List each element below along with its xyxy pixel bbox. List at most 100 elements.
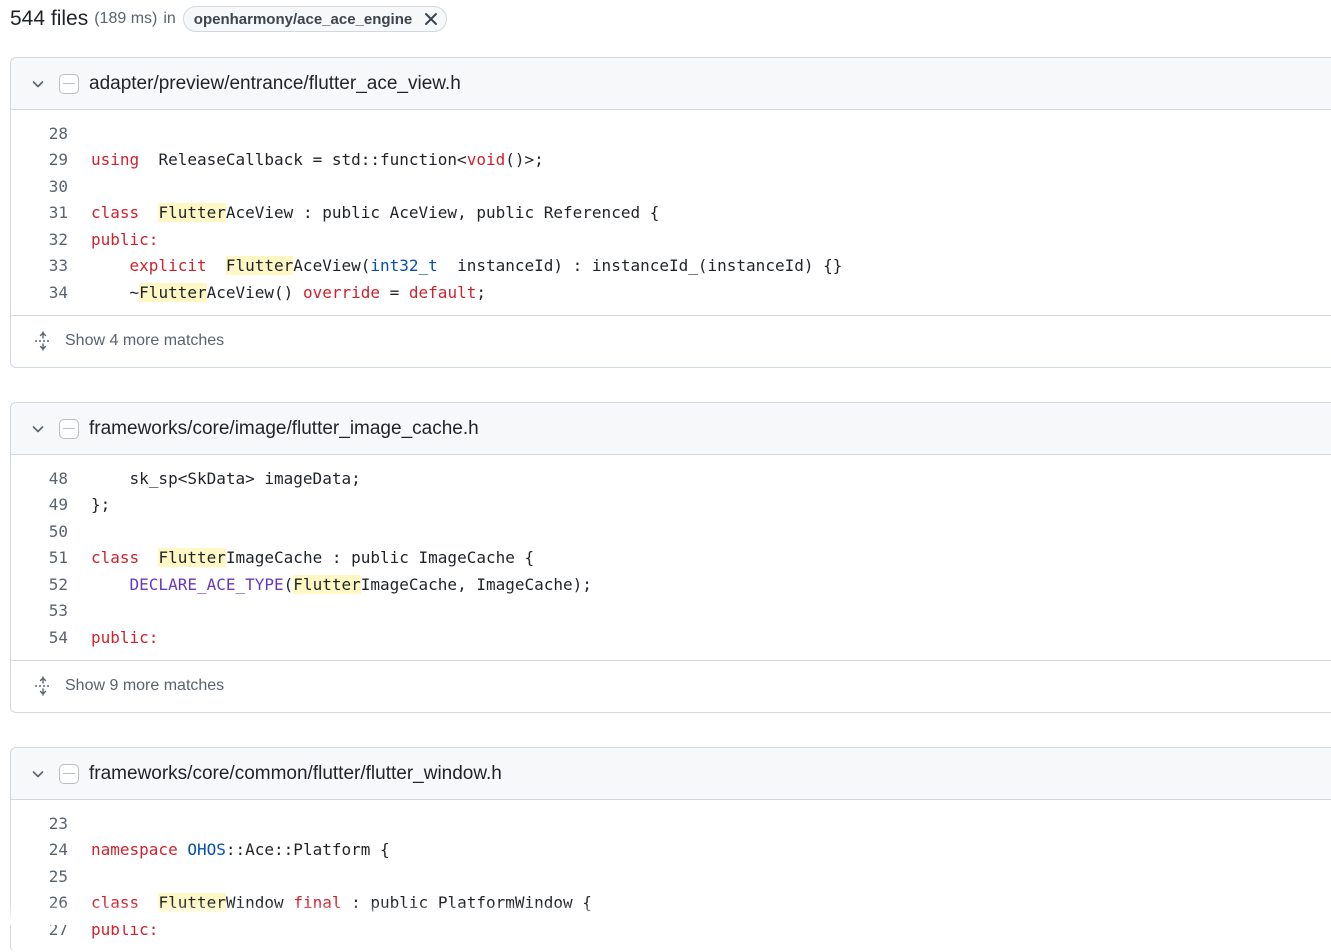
repo-filter-label: openharmony/ace_ace_engine xyxy=(193,10,413,28)
line-number[interactable]: 49 xyxy=(11,495,68,514)
code-token: ImageCache, ImageCache); xyxy=(360,574,592,594)
code-line: 53 xyxy=(11,598,1331,625)
show-more-matches-button[interactable]: Show 4 more matches xyxy=(11,314,1331,367)
line-number[interactable]: 54 xyxy=(11,628,68,647)
code-line: 24 namespace OHOS::Ace::Platform { xyxy=(11,837,1331,864)
code-snippet: 2324namespace OHOS::Ace::Platform {2526c… xyxy=(11,800,1331,952)
checkbox-icon[interactable] xyxy=(59,763,79,784)
checkbox-icon[interactable] xyxy=(59,73,79,94)
search-result-file: adapter/preview/entrance/flutter_ace_vie… xyxy=(10,57,1331,368)
file-path-link[interactable]: frameworks/core/common/flutter/flutter_w… xyxy=(89,763,502,785)
line-number[interactable]: 23 xyxy=(11,814,68,833)
line-number[interactable]: 31 xyxy=(11,203,68,222)
code-token: ::Ace::Platform { xyxy=(225,840,390,860)
code-token: ( xyxy=(283,574,294,594)
line-number[interactable]: 24 xyxy=(11,840,68,859)
code-snippet: 48 sk_sp<SkData> imageData; 49}; 50 51 class… xyxy=(11,455,1331,660)
code-token: int32_t xyxy=(370,256,438,276)
code-line: 50 xyxy=(11,518,1331,545)
in-label: in xyxy=(163,10,176,27)
line-number[interactable]: 34 xyxy=(11,283,68,302)
code-token: AceView() xyxy=(206,282,303,302)
code-text: class FlutterAceView : public AceView, p… xyxy=(91,203,660,223)
line-number[interactable]: 30 xyxy=(11,177,68,196)
repo-filter-chip[interactable]: openharmony/ace_ace_engine xyxy=(182,6,448,32)
match-highlight: Flutter xyxy=(293,574,361,594)
line-number[interactable]: 52 xyxy=(11,575,68,594)
code-token: instanceId) : instanceId_(instanceId) {} xyxy=(437,256,843,276)
x-icon[interactable] xyxy=(420,8,442,30)
line-number[interactable]: 28 xyxy=(11,124,68,143)
code-token: ~ xyxy=(91,282,140,302)
code-token: }; xyxy=(91,495,111,515)
code-token: OHOS xyxy=(187,840,226,860)
chevron-down-icon[interactable] xyxy=(28,74,48,94)
code-token: DECLARE_ACE_TYPE xyxy=(129,574,284,594)
code-line: 54 public: xyxy=(11,624,1331,651)
code-token: using xyxy=(91,150,140,170)
code-text: ~FlutterAceView() override = default; xyxy=(91,282,486,302)
line-number[interactable]: 25 xyxy=(11,867,68,886)
show-more-label: Show 9 more matches xyxy=(65,677,225,694)
file-header: frameworks/core/image/flutter_image_cach… xyxy=(11,403,1331,455)
match-highlight: Flutter xyxy=(139,282,207,302)
line-number[interactable]: 50 xyxy=(11,522,68,541)
scroll-fade xyxy=(0,903,1331,925)
match-highlight: Flutter xyxy=(225,256,294,276)
code-token: default xyxy=(408,282,477,302)
line-number[interactable]: 53 xyxy=(11,601,68,620)
line-number[interactable]: 32 xyxy=(11,230,68,249)
file-path-link[interactable]: frameworks/core/image/flutter_image_cach… xyxy=(89,418,479,440)
code-token: class xyxy=(91,203,140,223)
code-line: 33 explicit FlutterAceView(int32_t insta… xyxy=(11,253,1331,280)
code-token: ImageCache : public ImageCache { xyxy=(225,548,535,568)
unfold-icon xyxy=(33,331,53,351)
code-token: class xyxy=(91,548,140,568)
line-number[interactable]: 29 xyxy=(11,150,68,169)
code-text: public: xyxy=(91,230,158,249)
code-line: 30 xyxy=(11,173,1331,200)
code-token: AceView : public AceView, public Referen… xyxy=(225,203,660,223)
checkbox-icon[interactable] xyxy=(59,418,79,439)
code-line: 28 xyxy=(11,120,1331,147)
file-path-link[interactable]: adapter/preview/entrance/flutter_ace_vie… xyxy=(89,73,461,95)
chevron-down-icon[interactable] xyxy=(28,419,48,439)
code-line: 49}; xyxy=(11,492,1331,519)
code-line: 32 public: xyxy=(11,226,1331,253)
search-summary: 544 files (189 ms) in openharmony/ace_ac… xyxy=(10,4,448,34)
code-line: 25 xyxy=(11,863,1331,890)
chevron-down-icon[interactable] xyxy=(28,764,48,784)
code-text: }; xyxy=(91,495,110,514)
code-text: explicit FlutterAceView(int32_t instance… xyxy=(91,256,843,276)
line-number[interactable]: 51 xyxy=(11,548,68,567)
line-number[interactable]: 48 xyxy=(11,469,68,488)
search-timing: (189 ms) xyxy=(94,10,158,27)
file-header: frameworks/core/common/flutter/flutter_w… xyxy=(11,748,1331,800)
code-token: ; xyxy=(476,282,486,302)
show-more-matches-button[interactable]: Show 9 more matches xyxy=(11,659,1331,712)
code-line: 29 using ReleaseCallback = std::function<… xyxy=(11,147,1331,174)
unfold-icon xyxy=(33,676,53,696)
code-token: public: xyxy=(91,627,159,647)
code-text: DECLARE_ACE_TYPE(FlutterImageCache, Imag… xyxy=(91,574,592,594)
code-text: public: xyxy=(91,628,158,647)
line-number[interactable]: 33 xyxy=(11,256,68,275)
code-line: 34 ~FlutterAceView() override = default; xyxy=(11,279,1331,306)
result-count: 544 files xyxy=(10,7,89,30)
code-text: using ReleaseCallback = std::function<vo… xyxy=(91,150,544,169)
search-result-file: frameworks/core/image/flutter_image_cach… xyxy=(10,402,1331,713)
code-token: explicit xyxy=(129,256,207,276)
code-snippet: 2829 using ReleaseCallback = std::functio… xyxy=(11,110,1331,315)
code-token: public: xyxy=(91,229,159,249)
code-token: ReleaseCallback = std::function< xyxy=(139,150,467,170)
code-token: sk_sp<SkData> imageData; xyxy=(91,468,361,488)
show-more-label: Show 4 more matches xyxy=(65,332,225,349)
code-token: ()>; xyxy=(505,150,544,170)
code-line: 52 DECLARE_ACE_TYPE(FlutterImageCache, I… xyxy=(11,571,1331,598)
